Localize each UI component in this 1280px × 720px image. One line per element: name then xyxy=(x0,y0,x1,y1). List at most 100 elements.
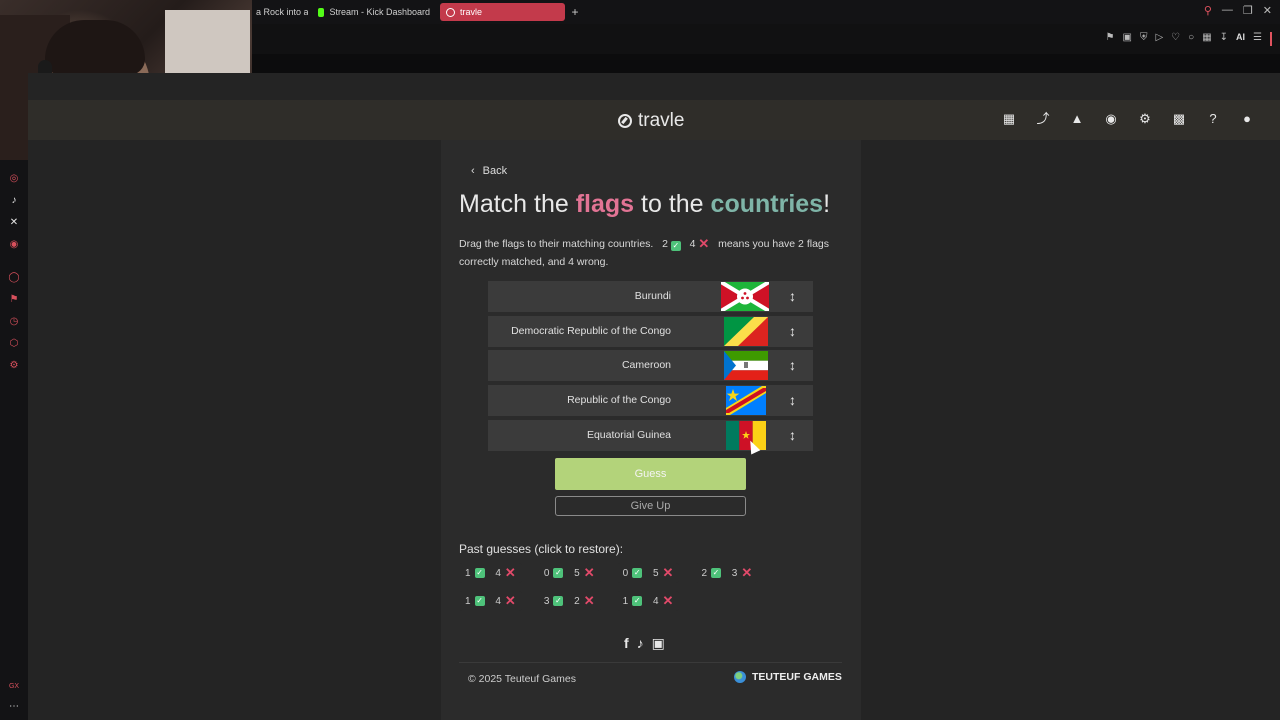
title-flags: flags xyxy=(575,190,635,218)
restore-icon[interactable]: ❐ xyxy=(1243,4,1253,17)
past-guess[interactable]: 1 ✓ 4 ✕ xyxy=(459,591,522,611)
cross-icon: ✕ xyxy=(662,565,674,580)
correct-count: 0 xyxy=(622,567,629,579)
guess-button[interactable]: Guess xyxy=(555,458,746,490)
country-name: Equatorial Guinea xyxy=(586,428,671,441)
site-logo[interactable]: travle xyxy=(618,110,684,132)
drag-handle-icon[interactable]: ↕ xyxy=(789,350,796,381)
cross-icon: ✕ xyxy=(504,593,516,608)
check-icon: ✓ xyxy=(670,241,681,251)
check-icon: ✓ xyxy=(632,596,643,606)
help-icon[interactable]: ? xyxy=(1205,111,1221,127)
gamepad-icon[interactable]: ◉ xyxy=(1103,111,1119,127)
logo-text: travle xyxy=(638,110,685,131)
past-guess[interactable]: 1 ✓ 4 ✕ xyxy=(459,563,522,583)
flag-drc[interactable] xyxy=(726,386,766,416)
minimize-icon[interactable]: — xyxy=(1222,4,1233,17)
heart-icon[interactable]: ♡ xyxy=(1171,32,1180,46)
travle-site: travle ▦ ⤴ ▲ ◉ ⚙ ▩ ? ● ‹ Back Match the … xyxy=(28,73,1280,720)
facebook-icon[interactable]: f xyxy=(624,635,629,652)
wrong-count: 3 xyxy=(731,567,738,579)
shield-icon[interactable]: ⛨ xyxy=(1140,32,1148,46)
match-list: Burundi ↕ Democratic Republic of the Con… xyxy=(488,281,813,454)
menu-icon[interactable]: ☰ xyxy=(1253,32,1262,46)
check-icon: ✓ xyxy=(711,568,721,578)
calendar-icon[interactable]: ▦ xyxy=(1001,111,1017,127)
route-icon[interactable]: ⤴ xyxy=(1035,111,1051,127)
back-link[interactable]: ‹ Back xyxy=(471,165,507,177)
correct-count: 1 xyxy=(465,595,471,607)
past-guess[interactable]: 3 ✓ 2 ✕ xyxy=(537,591,601,611)
correct-count: 1 xyxy=(465,567,471,579)
close-icon[interactable]: ✕ xyxy=(1263,4,1272,17)
past-guess[interactable]: 0 ✓ 5 ✕ xyxy=(616,563,680,583)
social-links: f ♪ ▣ xyxy=(624,635,665,652)
wrong-count: 5 xyxy=(652,567,659,579)
gx-icon[interactable]: GX xyxy=(7,680,21,694)
user-icon[interactable]: ● xyxy=(1239,111,1255,127)
more-icon[interactable]: ⋯ xyxy=(7,700,21,714)
pin-icon[interactable]: ⚑ xyxy=(7,293,21,307)
graduation-cap-icon[interactable]: ▲ xyxy=(1069,111,1085,127)
tab-label: Stream - Kick Dashboard xyxy=(329,7,430,17)
title-part: to the xyxy=(634,190,711,218)
cross-icon: ✕ xyxy=(504,565,516,580)
wrong-count: 5 xyxy=(574,567,580,579)
play-icon[interactable]: ▷ xyxy=(1155,32,1163,46)
copyright: © 2025 Teuteuf Games xyxy=(468,673,576,685)
gear-icon[interactable]: ⚙ xyxy=(1137,111,1153,127)
clock-icon[interactable]: ◷ xyxy=(7,315,21,329)
country-name: Republic of the Congo xyxy=(567,394,671,407)
chevron-left-icon: ‹ xyxy=(471,165,475,177)
pin-icon[interactable]: ⚑ xyxy=(1106,32,1115,46)
cube-icon[interactable]: ⬡ xyxy=(7,337,21,351)
tab-kick-dashboard[interactable]: Stream - Kick Dashboard xyxy=(312,3,436,21)
past-guesses: 1 ✓ 4 ✕ 0 ✓ 5 ✕ 0 ✓ 5 ✕ 2 ✓ 3 ✕ 1 ✓ 4 ✕ 3 ✓ 2 ✕ 1 ✓ 4… xyxy=(459,563,789,611)
site-header-left xyxy=(28,100,252,140)
flag-congo[interactable] xyxy=(724,316,768,346)
search-icon[interactable]: ⚲ xyxy=(1204,4,1212,17)
match-row: Democratic Republic of the Congo ↕ xyxy=(488,315,813,347)
twitch-icon[interactable]: ◉ xyxy=(7,238,21,252)
check-icon: ✓ xyxy=(474,596,485,606)
settings-icon[interactable]: ⚙ xyxy=(7,359,21,373)
tab-rock[interactable]: a Rock into a xyxy=(250,3,308,21)
play-circle-icon[interactable]: ◯ xyxy=(7,271,21,285)
wrong-count: 2 xyxy=(574,595,580,607)
correct-count: 1 xyxy=(622,595,629,607)
new-tab-button[interactable]: + xyxy=(568,5,582,19)
ai-button[interactable]: AI xyxy=(1236,32,1245,46)
drag-handle-icon[interactable]: ↕ xyxy=(789,420,796,451)
screenshot-icon[interactable]: ▣ xyxy=(1123,32,1132,46)
flag-burundi[interactable] xyxy=(721,282,769,311)
title-part: Match the xyxy=(459,190,576,218)
address-bar: ⚑ ▣ ⛨ ▷ ♡ ○ ▦ ↧ AI ☰ xyxy=(252,24,1280,54)
tiktok-icon[interactable]: ♪ xyxy=(637,635,644,652)
cross-icon: ✕ xyxy=(662,593,674,608)
extensions-icon[interactable]: ○ xyxy=(1188,32,1194,46)
tab-label: travle xyxy=(460,7,483,17)
cross-icon: ✕ xyxy=(583,593,595,608)
footer-divider xyxy=(459,662,842,663)
past-guess[interactable]: 2 ✓ 3 ✕ xyxy=(695,563,759,583)
give-up-button[interactable]: Give Up xyxy=(555,496,746,516)
wallet-icon[interactable]: ▦ xyxy=(1202,32,1211,46)
x-icon[interactable]: ✕ xyxy=(7,216,21,230)
tab-travle[interactable]: travle xyxy=(440,3,565,21)
past-guesses-title: Past guesses (click to restore): xyxy=(459,542,624,556)
drag-handle-icon[interactable]: ↕ xyxy=(789,316,796,347)
drag-handle-icon[interactable]: ↕ xyxy=(789,281,796,312)
bar-chart-icon[interactable]: ▩ xyxy=(1171,111,1187,127)
instagram-icon[interactable]: ▣ xyxy=(652,635,665,652)
past-guess[interactable]: 0 ✓ 5 ✕ xyxy=(537,563,601,583)
webcam-person-hair xyxy=(45,20,145,75)
download-icon[interactable]: ↧ xyxy=(1220,32,1228,46)
drag-handle-icon[interactable]: ↕ xyxy=(789,385,796,416)
tiktok-icon[interactable]: ♪ xyxy=(7,194,21,208)
flag-equatorial-guinea[interactable] xyxy=(724,351,768,381)
instagram-icon[interactable]: ◎ xyxy=(7,172,21,186)
teuteuf-brand-link[interactable]: TEUTEUF GAMES xyxy=(734,671,842,683)
past-guess[interactable]: 1 ✓ 4 ✕ xyxy=(616,591,680,611)
bookmark-strip xyxy=(252,54,1280,73)
kick-icon xyxy=(318,7,325,17)
